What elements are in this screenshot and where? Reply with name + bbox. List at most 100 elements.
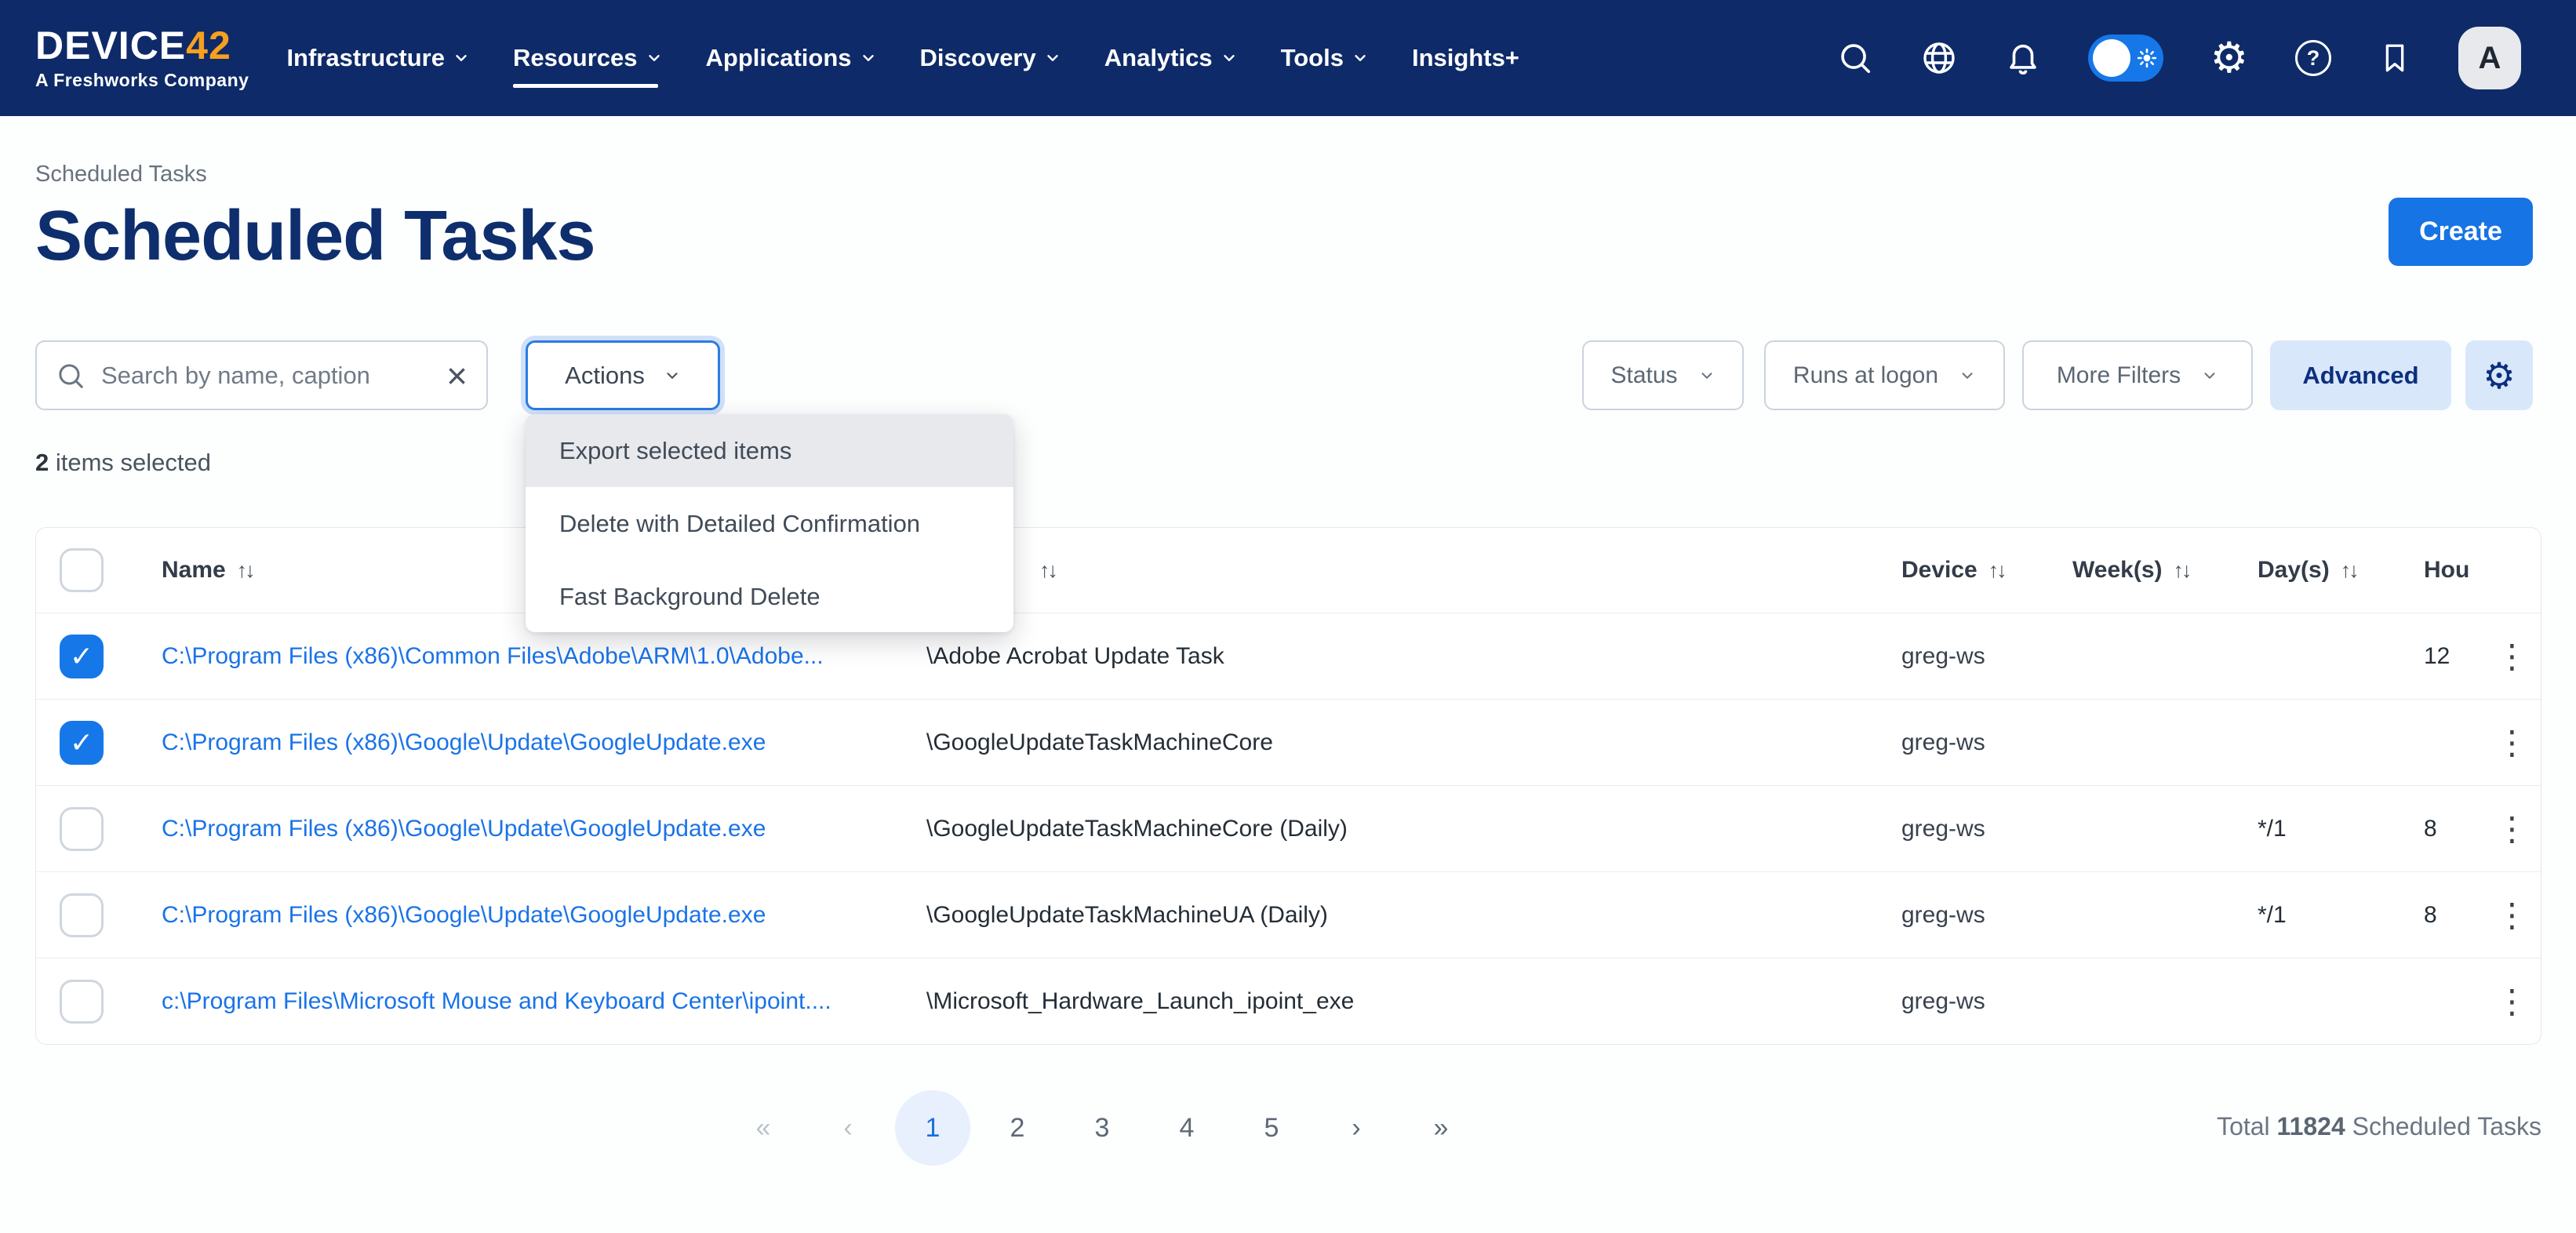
chevron-down-icon <box>1221 49 1238 67</box>
settings-gear-icon[interactable]: ⚙ <box>2210 37 2248 79</box>
nav-item-analytics[interactable]: Analytics <box>1104 0 1238 116</box>
table-header-row: ✓ Name↑↓ ↑↓ Device↑↓ Week(s)↑↓ Day(s)↑↓ … <box>36 528 2541 613</box>
bookmark-icon[interactable] <box>2378 42 2411 75</box>
row-checkbox[interactable]: ✓ <box>60 721 104 765</box>
globe-icon[interactable] <box>1920 39 1958 77</box>
logo-device-text: DEVICE <box>35 24 186 67</box>
sort-icon: ↑↓ <box>1988 558 2005 583</box>
row-checkbox[interactable]: ✓ <box>60 635 104 678</box>
column-header-hours[interactable]: Hou <box>2424 557 2482 584</box>
search-icon[interactable] <box>1837 40 1873 76</box>
task-device: greg-ws <box>1901 816 2072 842</box>
help-icon[interactable]: ? <box>2295 40 2331 76</box>
row-kebab-menu-icon[interactable]: ⋮ <box>2482 899 2541 932</box>
menu-item-delete-detailed[interactable]: Delete with Detailed Confirmation <box>526 487 1013 560</box>
table-row: ✓ C:\Program Files (x86)\Common Files\Ad… <box>36 613 2541 699</box>
nav-item-label: Analytics <box>1104 44 1213 72</box>
task-name-link[interactable]: C:\Program Files (x86)\Google\Update\Goo… <box>162 729 766 755</box>
filter-status[interactable]: Status <box>1582 340 1744 410</box>
device42-logo[interactable]: DEVICE42 A Freshworks Company <box>35 25 249 91</box>
pagination-page-3[interactable]: 3 <box>1079 1090 1126 1166</box>
row-checkbox[interactable]: ✓ <box>60 893 104 937</box>
actions-dropdown-menu: Export selected items Delete with Detail… <box>526 414 1013 632</box>
chevron-down-icon <box>1044 49 1061 67</box>
sort-icon: ↑↓ <box>2174 558 2190 583</box>
row-kebab-menu-icon[interactable]: ⋮ <box>2482 985 2541 1018</box>
toggle-knob-icon <box>2093 39 2130 77</box>
create-button[interactable]: Create <box>2389 198 2533 266</box>
row-checkbox[interactable]: ✓ <box>60 807 104 851</box>
top-navbar: DEVICE42 A Freshworks Company Infrastruc… <box>0 0 2576 116</box>
table-row: ✓ C:\Program Files (x86)\Google\Update\G… <box>36 785 2541 871</box>
task-device: greg-ws <box>1901 902 2072 929</box>
table-settings-gear-button[interactable]: ⚙ <box>2465 340 2533 410</box>
pagination: « ‹ 1 2 3 4 5 › » <box>740 1090 1464 1166</box>
task-caption: \Microsoft_Hardware_Launch_ipoint_exe <box>926 988 1901 1015</box>
pagination-page-1[interactable]: 1 <box>895 1090 970 1166</box>
column-header-caption[interactable]: ↑↓ <box>926 558 1901 583</box>
pagination-first[interactable]: « <box>740 1090 787 1166</box>
nav-item-insights-plus[interactable]: Insights+ <box>1412 0 1519 116</box>
sort-icon: ↑↓ <box>2341 558 2357 583</box>
search-input[interactable] <box>101 362 431 390</box>
breadcrumb[interactable]: Scheduled Tasks <box>35 162 207 187</box>
user-avatar[interactable]: A <box>2458 27 2521 89</box>
main-content: Scheduled Tasks Scheduled Tasks Create ×… <box>0 116 2576 1233</box>
filter-more-filters[interactable]: More Filters <box>2022 340 2253 410</box>
pagination-page-4[interactable]: 4 <box>1163 1090 1210 1166</box>
clear-search-icon[interactable]: × <box>446 358 468 394</box>
nav-item-label: Tools <box>1281 44 1344 72</box>
select-all-checkbox[interactable]: ✓ <box>60 548 104 592</box>
gear-icon: ⚙ <box>2483 355 2515 397</box>
filter-runs-at-logon[interactable]: Runs at logon <box>1764 340 2005 410</box>
table-row: ✓ C:\Program Files (x86)\Google\Update\G… <box>36 871 2541 958</box>
column-header-days[interactable]: Day(s)↑↓ <box>2258 557 2424 584</box>
actions-label: Actions <box>565 362 645 390</box>
page-title: Scheduled Tasks <box>35 198 595 275</box>
pagination-next[interactable]: › <box>1333 1090 1380 1166</box>
total-number: 11824 <box>2277 1112 2345 1140</box>
nav-item-label: Infrastructure <box>286 44 445 72</box>
sort-icon: ↑↓ <box>237 558 253 583</box>
total-suffix: Scheduled Tasks <box>2345 1112 2541 1140</box>
selected-text: items selected <box>49 449 211 476</box>
check-icon: ✓ <box>70 640 93 673</box>
task-name-link[interactable]: C:\Program Files (x86)\Google\Update\Goo… <box>162 902 766 928</box>
pagination-prev[interactable]: ‹ <box>824 1090 871 1166</box>
bell-icon[interactable] <box>2005 40 2041 76</box>
pagination-page-5[interactable]: 5 <box>1248 1090 1295 1166</box>
theme-toggle[interactable] <box>2088 35 2163 82</box>
task-name-link[interactable]: C:\Program Files (x86)\Common Files\Adob… <box>162 643 824 669</box>
row-checkbox[interactable]: ✓ <box>60 980 104 1024</box>
nav-item-tools[interactable]: Tools <box>1281 0 1369 116</box>
column-header-device[interactable]: Device↑↓ <box>1901 557 2072 584</box>
task-caption: \GoogleUpdateTaskMachineCore (Daily) <box>926 816 1901 842</box>
task-device: greg-ws <box>1901 988 2072 1015</box>
menu-item-fast-delete[interactable]: Fast Background Delete <box>526 560 1013 632</box>
sun-icon <box>2137 48 2157 68</box>
nav-item-label: Applications <box>706 44 852 72</box>
task-days: */1 <box>2258 816 2424 842</box>
advanced-button[interactable]: Advanced <box>2270 340 2451 410</box>
nav-item-infrastructure[interactable]: Infrastructure <box>286 0 470 116</box>
pagination-last[interactable]: » <box>1417 1090 1464 1166</box>
nav-item-resources[interactable]: Resources <box>513 0 663 116</box>
nav-item-applications[interactable]: Applications <box>706 0 877 116</box>
task-device: greg-ws <box>1901 729 2072 756</box>
actions-dropdown-button[interactable]: Actions <box>526 340 720 410</box>
menu-item-export-selected[interactable]: Export selected items <box>526 414 1013 487</box>
chevron-down-icon <box>1959 367 1976 384</box>
task-name-link[interactable]: c:\Program Files\Microsoft Mouse and Key… <box>162 988 831 1014</box>
column-label: Hou <box>2424 557 2469 584</box>
row-kebab-menu-icon[interactable]: ⋮ <box>2482 726 2541 759</box>
pagination-page-2[interactable]: 2 <box>994 1090 1041 1166</box>
nav-item-discovery[interactable]: Discovery <box>920 0 1061 116</box>
search-box[interactable]: × <box>35 340 488 410</box>
task-name-link[interactable]: C:\Program Files (x86)\Google\Update\Goo… <box>162 816 766 842</box>
table-row: ✓ C:\Program Files (x86)\Google\Update\G… <box>36 699 2541 785</box>
task-caption: \GoogleUpdateTaskMachineUA (Daily) <box>926 902 1901 929</box>
filter-label: Status <box>1610 362 1677 389</box>
column-header-weeks[interactable]: Week(s)↑↓ <box>2072 557 2258 584</box>
row-kebab-menu-icon[interactable]: ⋮ <box>2482 813 2541 846</box>
row-kebab-menu-icon[interactable]: ⋮ <box>2482 640 2541 673</box>
